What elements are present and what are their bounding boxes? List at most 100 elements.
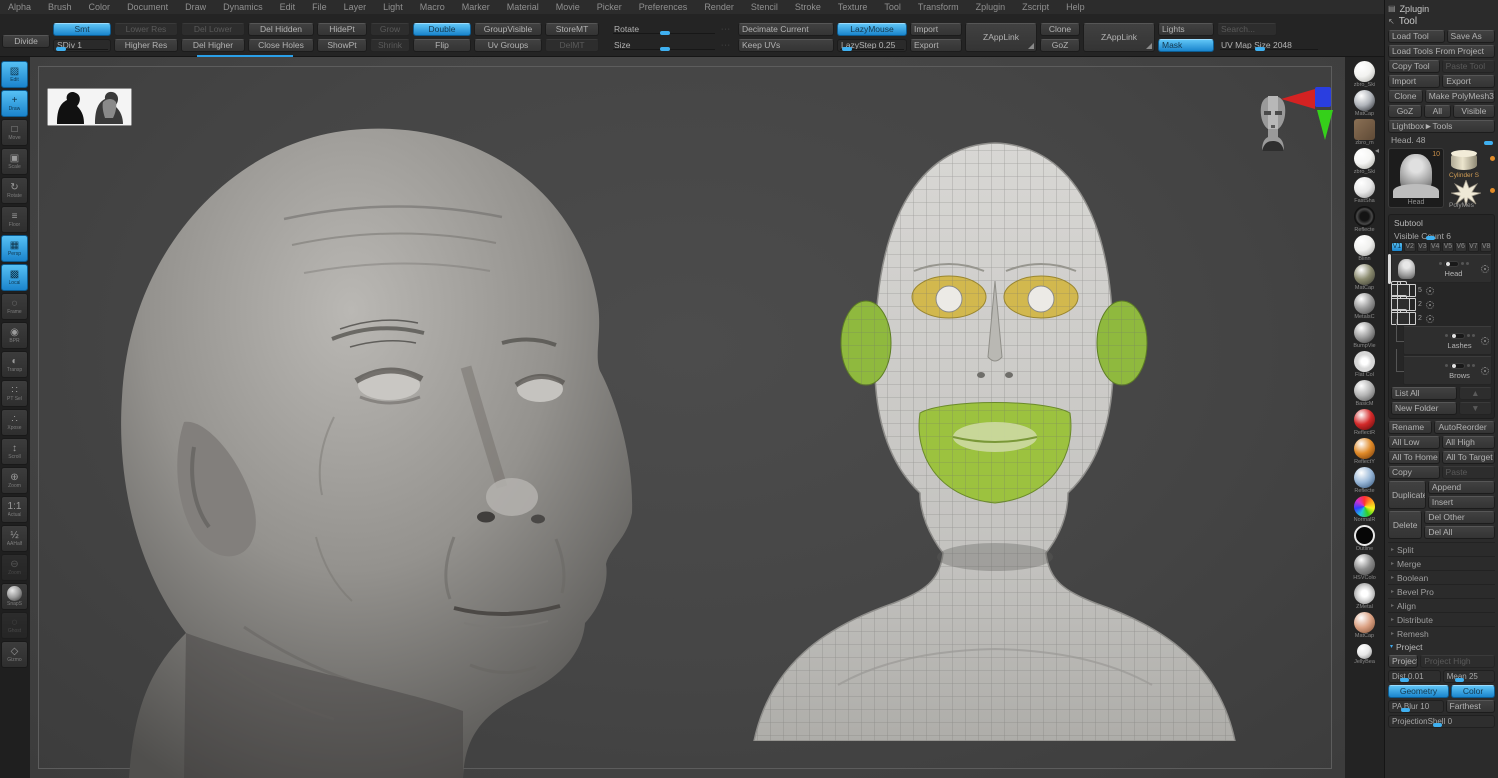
groupvisible-button[interactable]: GroupVisible [474,23,542,36]
pa-blur-slider[interactable]: PA Blur 10 [1388,700,1444,713]
del-lower-button[interactable]: Del Lower [181,23,245,36]
append-button[interactable]: Append [1427,481,1495,494]
subtool-row[interactable]: Lashes [1396,319,1492,355]
save-as-button[interactable]: Save As [1446,30,1495,43]
material-thumbnail[interactable]: ReflectY [1345,438,1384,467]
material-thumbnail[interactable]: zbro_m [1345,119,1384,148]
view-tab[interactable]: V7 [1467,242,1480,252]
flip-button[interactable]: Flip [413,39,471,52]
cylinder-tool-thumbnail[interactable]: Cylinder S [1447,148,1495,179]
project-high-button[interactable]: Project High [1420,655,1495,668]
rename-button[interactable]: Rename [1388,421,1433,434]
menu-item[interactable]: Dynamics [223,2,263,12]
dist-slider[interactable]: Dist 0.01 [1388,670,1441,683]
copy-tool-button[interactable]: Copy Tool [1388,60,1440,73]
goz-all-button[interactable]: All [1423,105,1451,118]
material-thumbnail[interactable]: Blinn [1345,235,1384,264]
menu-item[interactable]: Edit [280,2,296,12]
close-holes-button[interactable]: Close Holes [248,39,314,52]
tool-palette-header[interactable]: ↖ Tool [1388,15,1495,28]
view-tab[interactable]: V3 [1416,242,1429,252]
storemt-button[interactable]: StoreMT [545,23,599,36]
collapsed-subsection[interactable]: ▸ Bevel Pro [1388,584,1495,598]
all-low-button[interactable]: All Low [1388,436,1440,449]
material-thumbnail[interactable]: MetalsC [1345,293,1384,322]
visible-count-slider[interactable]: Visible Count 6 [1391,229,1492,241]
material-thumbnail[interactable]: ReflectR [1345,409,1384,438]
menu-item[interactable]: Stencil [751,2,778,12]
export-tool-button[interactable]: Export [1442,75,1496,88]
menu-item[interactable]: Stroke [795,2,821,12]
shelf-tool-button[interactable]: ▨ Edit [1,61,28,88]
copy-subtool-button[interactable]: Copy [1388,466,1440,479]
import-tool-button[interactable]: Import [1388,75,1441,88]
shelf-tool-button[interactable]: ≡ Floor [1,206,28,233]
gear-icon[interactable] [1481,336,1489,345]
menu-item[interactable]: Draw [185,2,206,12]
zapplink-button-2[interactable]: ZAppLink [1083,23,1155,52]
shelf-tool-button[interactable]: ▦ Persp [1,235,28,262]
showpt-button[interactable]: ShowPt [317,39,367,52]
all-to-target-button[interactable]: All To Target [1442,451,1495,464]
grow-button[interactable]: Grow [370,23,410,36]
projectall-button[interactable]: ProjectAll [1388,655,1419,668]
material-thumbnail[interactable]: MatCap [1345,264,1384,293]
view-tab[interactable]: V2 [1403,242,1416,252]
shelf-tool-button[interactable]: ◌ Ghost [1,612,28,639]
shelf-tool-button[interactable]: ½ AAHalf [1,525,28,552]
clone-button[interactable]: Clone [1040,23,1080,36]
shelf-tool-button[interactable]: ◐ Transp [1,351,28,378]
project-section-header[interactable]: ▾ Project [1388,640,1495,653]
palette-scroll-dot[interactable] [1490,156,1495,161]
shelf-tool-button[interactable]: ↕ Scroll [1,438,28,465]
delmt-button[interactable]: DelMT [545,39,599,52]
active-tool-thumbnail[interactable]: 10 Head [1388,148,1444,208]
visibility-toggle[interactable] [1449,332,1465,339]
shelf-tool-button[interactable]: ◌ Frame [1,293,28,320]
menu-item[interactable]: Movie [556,2,580,12]
rotate-axis-icons[interactable]: ··· [721,26,731,33]
goz-button[interactable]: GoZ [1040,39,1080,52]
hidept-button[interactable]: HidePt [317,23,367,36]
panel-collapse-arrow-icon[interactable]: ◂ [1375,146,1379,155]
projection-shell-slider[interactable]: ProjectionShell 0 [1388,715,1495,728]
lower-res-button[interactable]: Lower Res [114,23,178,36]
material-thumbnail[interactable]: BasicM [1345,380,1384,409]
gear-icon[interactable] [1426,300,1434,309]
export-button[interactable]: Export [910,39,962,52]
farthest-button[interactable]: Farthest [1445,700,1495,713]
shelf-tool-button[interactable]: ∷ PT Sel [1,380,28,407]
move-subtool-up-button[interactable]: ▲ [1458,387,1492,400]
axis-orientation-widget[interactable] [1279,82,1335,142]
delete-button[interactable]: Delete [1388,511,1423,539]
collapsed-subsection[interactable]: ▸ Boolean [1388,570,1495,584]
clone-tool-button[interactable]: Clone [1388,90,1423,103]
menu-item[interactable]: Texture [838,2,868,12]
rotate-slider[interactable]: Rotate [610,23,718,36]
project-geometry-button[interactable]: Geometry [1388,685,1450,698]
gear-icon[interactable] [1426,314,1434,323]
paste-subtool-button[interactable]: Paste [1441,466,1495,479]
all-to-home-button[interactable]: All To Home [1388,451,1441,464]
menu-item[interactable]: Zscript [1022,2,1049,12]
zplugin-palette-header[interactable]: ▤ Zplugin [1388,2,1495,15]
collapsed-subsection[interactable]: ▸ Align [1388,598,1495,612]
material-thumbnail[interactable]: NormalR [1345,496,1384,525]
menu-item[interactable]: Macro [420,2,445,12]
higher-res-button[interactable]: Higher Res [114,39,178,52]
decimate-current-button[interactable]: Decimate Current [738,23,834,36]
material-thumbnail[interactable]: Reflecte [1345,467,1384,496]
menu-item[interactable]: Document [127,2,168,12]
visibility-toggle[interactable] [1449,362,1465,369]
import-button[interactable]: Import [910,23,962,36]
size-slider[interactable]: Size [610,39,718,52]
collapsed-subsection[interactable]: ▸ Merge [1388,556,1495,570]
material-thumbnail[interactable]: Flat Col [1345,351,1384,380]
shelf-tool-button[interactable]: 1:1 Actual [1,496,28,523]
all-high-button[interactable]: All High [1441,436,1496,449]
menu-item[interactable]: Render [704,2,734,12]
shelf-tool-button[interactable]: ◇ Gizmo [1,641,28,668]
load-tool-button[interactable]: Load Tool [1388,30,1445,43]
double-button[interactable]: Double [413,23,471,36]
shelf-tool-button[interactable]: □ Move [1,119,28,146]
